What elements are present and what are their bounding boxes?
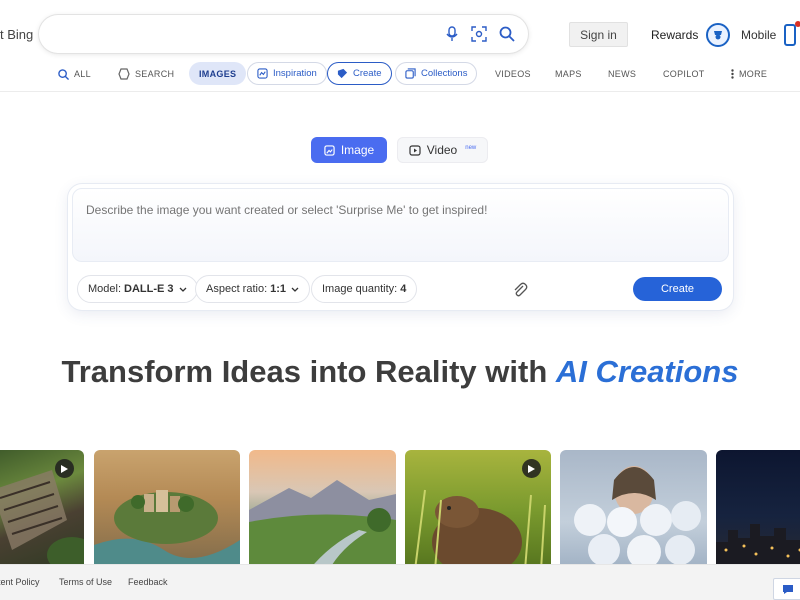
attach-icon[interactable]: [510, 280, 530, 300]
nav-label: Collections: [421, 68, 468, 79]
gallery-tile[interactable]: [94, 450, 240, 570]
content-policy-link[interactable]: tent Policy: [0, 577, 40, 587]
nav-item-videos[interactable]: VIDEOS: [495, 62, 531, 86]
nav-label: IMAGES: [199, 68, 237, 79]
mobile-label: Mobile: [741, 28, 777, 42]
nav-item-maps[interactable]: MAPS: [555, 62, 582, 86]
rewards-label: Rewards: [651, 28, 699, 42]
miniature-island-image: [94, 490, 240, 570]
nav-label: COPILOT: [663, 69, 705, 79]
phone-icon: [784, 21, 800, 46]
feedback-link[interactable]: Feedback: [128, 577, 168, 587]
nav-item-collections[interactable]: Collections: [395, 62, 478, 85]
gallery-tile[interactable]: [249, 450, 396, 570]
search-box[interactable]: [39, 15, 528, 53]
copilot-search-icon: [118, 68, 130, 80]
nav-label: Inspiration: [273, 68, 317, 79]
chevron-down-icon: [179, 284, 187, 294]
aspect-ratio-select[interactable]: Aspect ratio: 1:1: [195, 275, 311, 303]
rewards-button[interactable]: Rewards: [651, 22, 731, 48]
nav-item-search[interactable]: SEARCH: [118, 62, 174, 86]
footer: tent Policy Terms of Use Feedback: [0, 564, 800, 600]
model-label: Model:: [88, 283, 122, 295]
video-icon: [409, 144, 421, 156]
image-icon: [324, 144, 335, 156]
model-value: DALL-E 3: [124, 283, 174, 295]
nav-item-more[interactable]: MORE: [731, 62, 767, 86]
nav-item-all[interactable]: ALL: [58, 62, 91, 86]
gallery-tile[interactable]: [716, 450, 800, 570]
microphone-icon[interactable]: [442, 24, 462, 44]
terms-of-use-link[interactable]: Terms of Use: [59, 577, 112, 587]
play-icon: [522, 459, 541, 478]
bing-logo-text[interactable]: t Bing: [0, 27, 33, 42]
nav-label: SEARCH: [135, 69, 175, 79]
hero-text: Transform Ideas into Reality with: [61, 354, 548, 389]
nav-label: NEWS: [608, 69, 637, 79]
gallery-tile[interactable]: [405, 450, 551, 570]
scope-nav: ALL SEARCH IMAGES Inspiration Create Col…: [0, 62, 800, 86]
new-badge: new: [465, 145, 477, 151]
quantity-value: 4: [400, 283, 407, 295]
search-icon: [58, 68, 69, 80]
chevron-down-icon: [291, 284, 299, 294]
nav-label: VIDEOS: [495, 69, 531, 79]
nav-item-copilot[interactable]: COPILOT: [663, 62, 705, 86]
nav-label: MORE: [739, 69, 768, 79]
image-quantity-select[interactable]: Image quantity: 4: [311, 275, 418, 303]
nav-item-create[interactable]: Create: [327, 62, 392, 85]
rewards-medal-icon: [706, 23, 731, 47]
mobile-button[interactable]: Mobile: [741, 21, 800, 48]
image-mode-label: Image: [340, 143, 375, 157]
notification-dot: [795, 21, 800, 27]
search-input[interactable]: [57, 24, 437, 44]
video-mode-button[interactable]: Video new: [397, 137, 488, 163]
nav-label: Create: [353, 68, 382, 79]
gallery-tile[interactable]: [0, 450, 84, 570]
mountain-valley-image: [249, 480, 396, 570]
aspect-label: Aspect ratio:: [206, 283, 268, 295]
city-night-image: [716, 524, 800, 570]
nav-label: ALL: [74, 69, 91, 79]
play-icon: [55, 459, 74, 478]
inspiration-icon: [257, 68, 268, 79]
create-button[interactable]: Create: [633, 277, 722, 301]
image-mode-button[interactable]: Image: [311, 137, 387, 163]
prompt-card: Model: DALL-E 3 Aspect ratio: 1:1 Image …: [68, 184, 733, 310]
nav-item-images[interactable]: IMAGES: [189, 62, 247, 85]
nav-item-inspiration[interactable]: Inspiration: [247, 62, 327, 85]
sign-in-button[interactable]: Sign in: [569, 22, 628, 47]
prompt-input[interactable]: [86, 203, 706, 217]
prompt-area[interactable]: [72, 188, 729, 262]
video-mode-label: Video: [426, 143, 458, 157]
aspect-value: 1:1: [270, 283, 287, 295]
more-vertical-icon: [731, 69, 734, 79]
collections-icon: [405, 68, 416, 79]
feedback-chat-icon[interactable]: [773, 578, 800, 600]
search-icon[interactable]: [497, 24, 517, 44]
hero-heading: Transform Ideas into Reality with AI Cre…: [0, 354, 800, 390]
visual-search-icon[interactable]: [469, 24, 489, 44]
hero-accent: AI Creations: [555, 354, 739, 389]
gallery-tile[interactable]: [560, 450, 707, 570]
nav-item-news[interactable]: NEWS: [608, 62, 636, 86]
quantity-label: Image quantity:: [322, 283, 398, 295]
nav-label: MAPS: [555, 69, 582, 79]
woman-in-flowers-image: [574, 466, 701, 569]
header: t Bing Sign in Rewards Mobile ALL SEARCH…: [0, 0, 800, 92]
create-icon: [337, 68, 348, 79]
model-select[interactable]: Model: DALL-E 3: [77, 275, 198, 303]
